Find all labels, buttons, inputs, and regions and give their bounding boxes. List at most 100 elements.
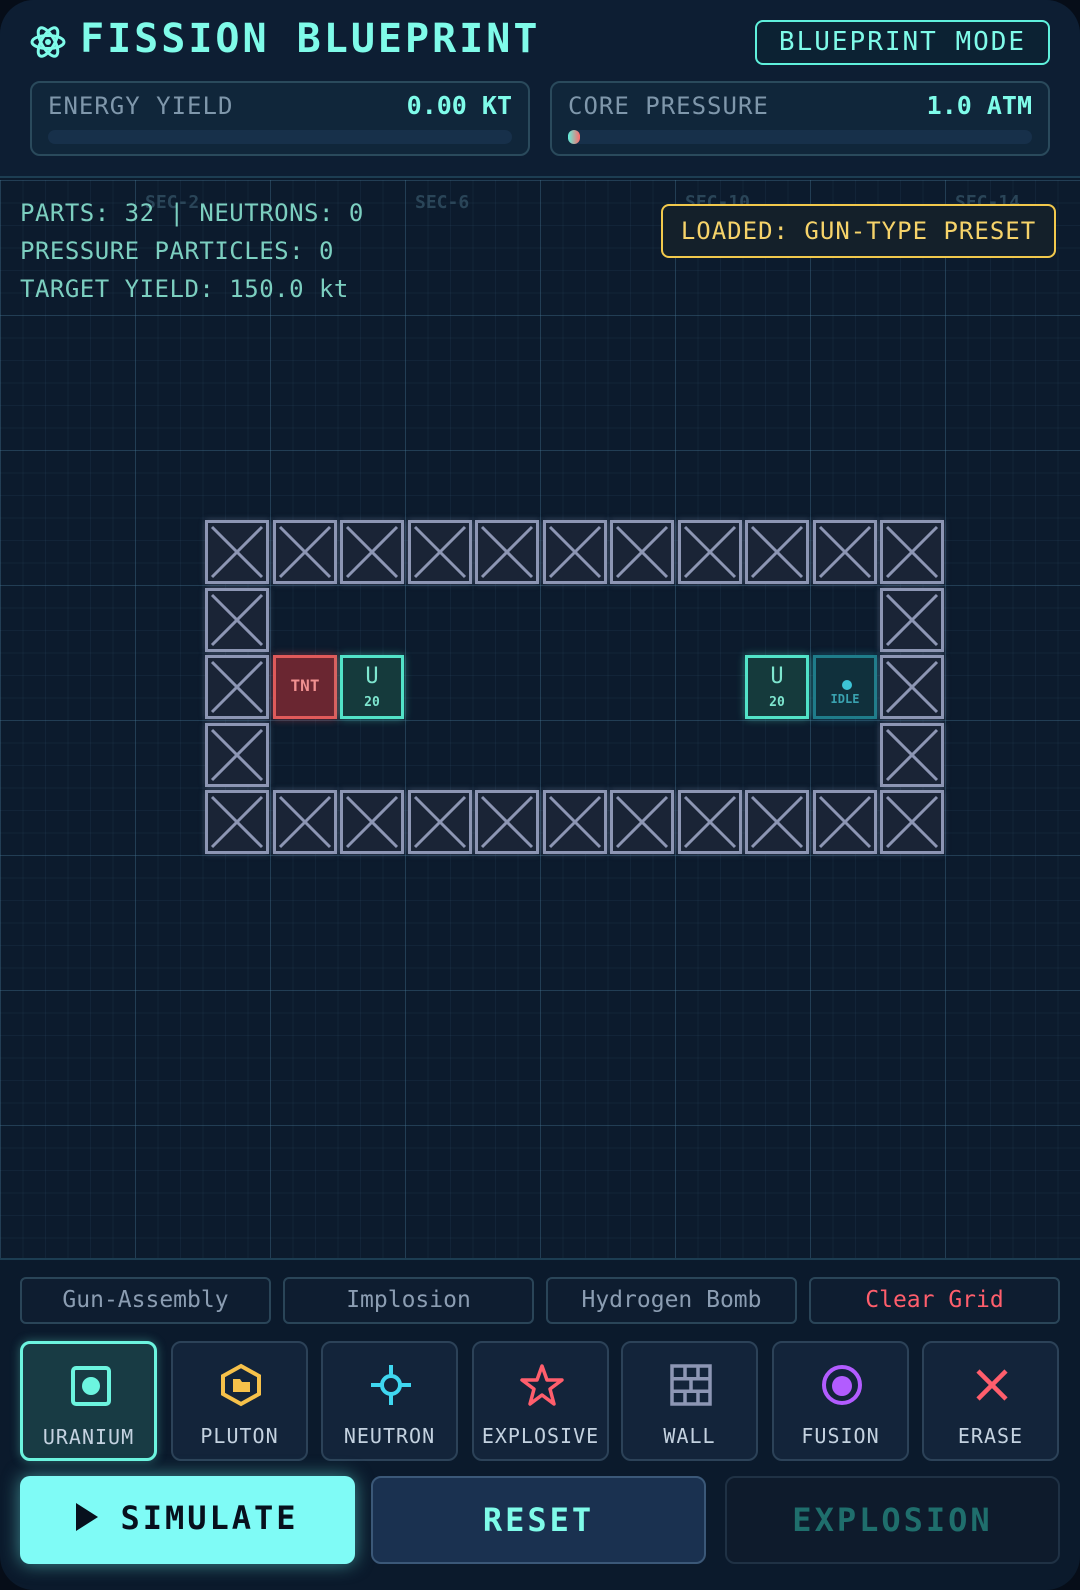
play-icon <box>76 1503 99 1531</box>
wall-cell[interactable] <box>475 520 539 584</box>
neutron-source-cell[interactable]: IDLE <box>813 655 877 719</box>
blueprint-grid[interactable]: SEC-2 SEC-6 SEC-10 SEC-14 PARTS: 32 | NE… <box>0 180 1080 1260</box>
wall-cell[interactable] <box>677 520 742 584</box>
wall-cell[interactable] <box>610 520 674 584</box>
wall-cell[interactable] <box>880 790 944 854</box>
wall-cross-icon <box>818 525 871 579</box>
core-pressure-fill <box>568 130 580 144</box>
wall-cross-icon <box>210 593 264 646</box>
wall-cell[interactable] <box>205 655 269 719</box>
uranium-icon <box>71 1366 111 1406</box>
neutron-state: IDLE <box>830 692 860 706</box>
wall-cell[interactable] <box>745 520 809 584</box>
wall-cross-icon <box>210 660 264 714</box>
explosion-button[interactable]: EXPLOSION <box>725 1476 1060 1564</box>
wall-cell[interactable] <box>812 790 877 854</box>
wall-cross-icon <box>278 795 331 849</box>
tool-uranium[interactable]: URANIUM <box>20 1341 157 1461</box>
uranium-count: 20 <box>364 695 380 710</box>
wall-cross-icon <box>413 795 466 849</box>
plutonium-icon <box>221 1363 261 1407</box>
tool-label: URANIUM <box>42 1425 135 1449</box>
wall-cell[interactable] <box>340 520 404 584</box>
wall-cell[interactable] <box>205 722 269 787</box>
explosive-star-icon <box>520 1364 564 1406</box>
wall-cross-icon <box>885 660 939 714</box>
wall-cross-icon <box>750 795 804 849</box>
wall-cell[interactable] <box>677 790 742 854</box>
stats-panel: PARTS: 32 | NEUTRONS: 0 PRESSURE PARTICL… <box>20 194 364 308</box>
wall-cross-icon <box>615 525 669 579</box>
wall-cell[interactable] <box>340 790 404 854</box>
tool-erase[interactable]: ERASE <box>922 1341 1059 1461</box>
tnt-cell[interactable]: TNT <box>273 655 337 719</box>
wall-cross-icon <box>885 795 939 849</box>
wall-cell[interactable] <box>407 790 472 854</box>
wall-cross-icon <box>885 593 939 646</box>
wall-cross-icon <box>750 525 804 579</box>
simulate-button[interactable]: SIMULATE <box>20 1476 355 1564</box>
tool-label: PLUTON <box>200 1424 279 1448</box>
wall-cell[interactable] <box>205 520 269 584</box>
header-bar: FISSION BLUEPRINT BLUEPRINT MODE ENERGY … <box>0 0 1080 178</box>
tool-wall[interactable]: WALL <box>621 1341 758 1461</box>
energy-yield-value: 0.00 KT <box>406 91 512 120</box>
wall-cross-icon <box>548 795 601 849</box>
wall-cell[interactable] <box>880 722 944 787</box>
wall-cross-icon <box>345 525 399 579</box>
wall-cross-icon <box>210 795 264 849</box>
wall-cell[interactable] <box>272 520 337 584</box>
target-yield-stat: TARGET YIELD: 150.0 kt <box>20 275 349 303</box>
uranium-cell[interactable]: U 20 <box>340 655 404 719</box>
blueprint-mode-badge[interactable]: BLUEPRINT MODE <box>755 20 1050 65</box>
wall-cross-icon <box>480 525 534 579</box>
wall-cell[interactable] <box>745 790 809 854</box>
erase-x-icon <box>976 1369 1008 1401</box>
wall-cell[interactable] <box>880 520 944 584</box>
tool-fusion[interactable]: FUSION <box>772 1341 909 1461</box>
preset-hydrogen-bomb-button[interactable]: Hydrogen Bomb <box>546 1277 797 1324</box>
wall-cross-icon <box>345 795 399 849</box>
wall-cell[interactable] <box>880 655 944 719</box>
wall-cell[interactable] <box>812 520 877 584</box>
uranium-symbol: U <box>770 664 784 689</box>
wall-cell[interactable] <box>272 790 337 854</box>
tool-neutron[interactable]: NEUTRON <box>321 1341 458 1461</box>
pressure-particles-stat: PRESSURE PARTICLES: 0 <box>20 237 334 265</box>
tool-label: NEUTRON <box>343 1424 436 1448</box>
atom-icon <box>30 26 66 58</box>
wall-cross-icon <box>818 795 871 849</box>
tnt-label: TNT <box>290 676 320 695</box>
simulate-label: SIMULATE <box>120 1499 299 1537</box>
preset-gun-assembly-button[interactable]: Gun-Assembly <box>20 1277 271 1324</box>
wall-cell[interactable] <box>475 790 539 854</box>
uranium-symbol: U <box>365 664 379 689</box>
reset-button[interactable]: RESET <box>371 1476 706 1564</box>
energy-yield-track <box>48 130 512 144</box>
wall-cross-icon <box>683 525 736 579</box>
tool-label: EXPLOSIVE <box>481 1424 600 1448</box>
wall-cell[interactable] <box>407 520 472 584</box>
clear-grid-button[interactable]: Clear Grid <box>809 1277 1060 1324</box>
core-pressure-value: 1.0 ATM <box>926 91 1032 120</box>
wall-cell[interactable] <box>880 587 944 652</box>
tool-plutonium[interactable]: PLUTON <box>171 1341 308 1461</box>
wall-cell[interactable] <box>542 790 607 854</box>
app-frame: FISSION BLUEPRINT BLUEPRINT MODE ENERGY … <box>0 0 1080 1590</box>
wall-cross-icon <box>885 525 939 579</box>
parts-neutrons-stat: PARTS: 32 | NEUTRONS: 0 <box>20 199 364 227</box>
wall-cross-icon <box>210 525 264 579</box>
tool-label: ERASE <box>957 1424 1024 1448</box>
tool-explosive[interactable]: EXPLOSIVE <box>472 1341 609 1461</box>
wall-cell[interactable] <box>542 520 607 584</box>
wall-cross-icon <box>548 525 601 579</box>
wall-cell[interactable] <box>205 587 269 652</box>
wall-cell[interactable] <box>205 790 269 854</box>
wall-cross-icon <box>278 525 331 579</box>
core-pressure-track <box>568 130 1032 144</box>
wall-cell[interactable] <box>610 790 674 854</box>
preset-implosion-button[interactable]: Implosion <box>283 1277 534 1324</box>
wall-cross-icon <box>615 795 669 849</box>
uranium-cell[interactable]: U 20 <box>745 655 809 719</box>
wall-cross-icon <box>480 795 534 849</box>
